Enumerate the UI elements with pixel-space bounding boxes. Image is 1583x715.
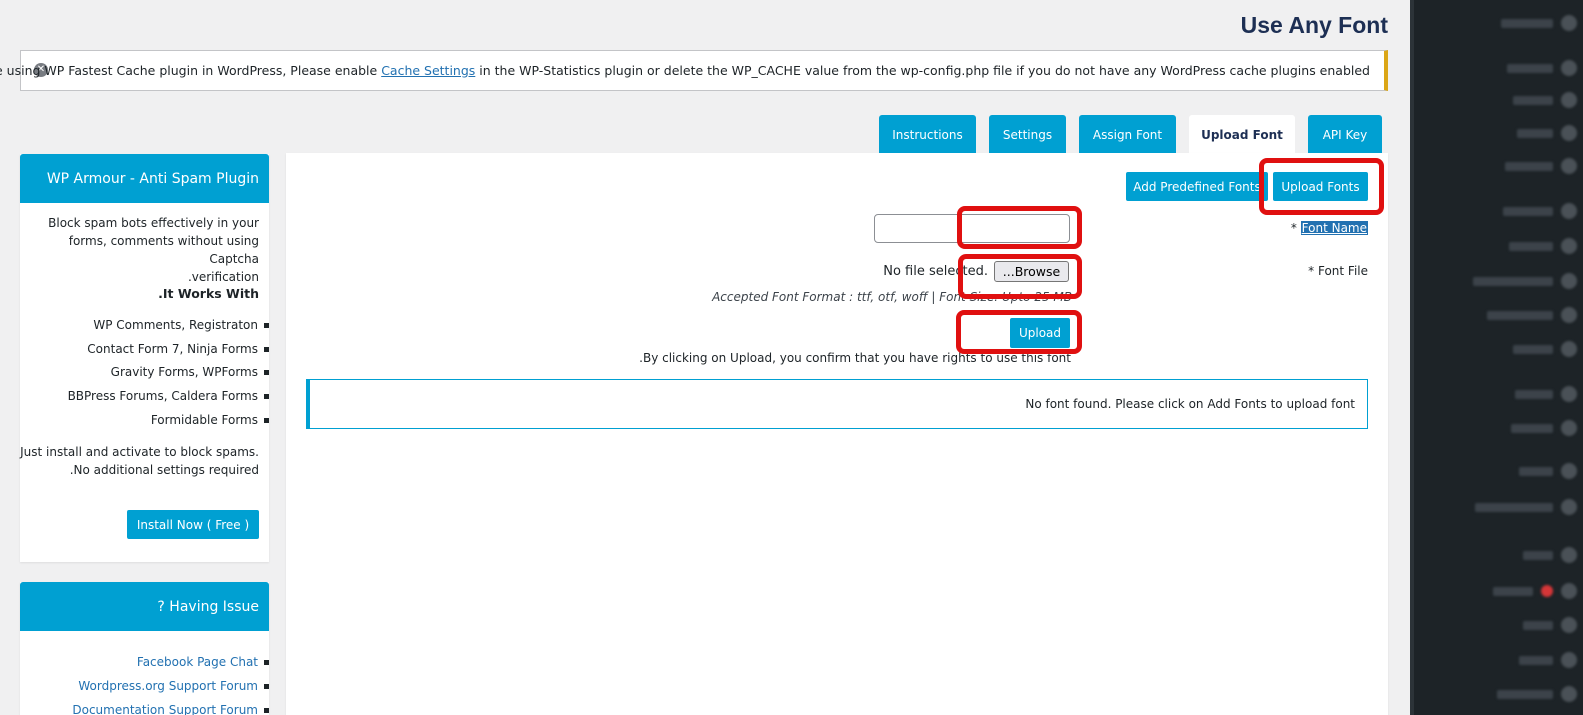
documentation-link[interactable]: Documentation Support Forum [72,703,269,715]
admin-menu-item[interactable] [1513,338,1577,360]
menu-icon [1561,125,1577,141]
admin-menu-item[interactable] [1509,235,1577,257]
wp-armour-widget: WP Armour - Anti Spam Plugin Block spam … [20,154,269,562]
list-item: Contact Form 7, Ninja Forms [87,342,269,356]
tab-upload-font[interactable]: Upload Font [1189,115,1295,154]
list-item: WP Comments, Registraton [93,318,269,332]
font-name-input[interactable] [874,214,1070,243]
menu-icon [1561,463,1577,479]
list-item: Formidable Forms [151,413,269,427]
list-item: Gravity Forms, WPForms [111,365,269,379]
widget-title: WP Armour - Anti Spam Plugin [20,154,269,203]
browse-button[interactable]: ...Browse [994,261,1069,282]
admin-menu-item[interactable] [1507,57,1577,79]
works-with-heading: .It Works With [158,286,259,301]
menu-icon [1561,617,1577,633]
dashboard-icon [1561,15,1577,31]
upload-font-panel: Add Predefined Fonts Upload Fonts * Font… [286,153,1388,715]
tab-api-key[interactable]: API Key [1308,115,1382,154]
admin-menu-item[interactable] [1505,155,1577,177]
menu-icon [1561,307,1577,323]
menu-icon [1561,499,1577,515]
menu-icon [1561,238,1577,254]
tab-instructions[interactable]: Instructions [879,115,976,154]
tab-settings[interactable]: Settings [989,115,1066,154]
menu-icon [1561,686,1577,702]
font-file-label: * Font File [1308,264,1368,278]
widget-title: ? Having Issue [20,582,269,631]
admin-menu-item[interactable] [1523,614,1577,636]
menu-icon [1561,273,1577,289]
admin-menu-item[interactable] [1517,122,1577,144]
widget-footer-text: Just install and activate to block spams… [20,445,259,477]
install-now-button[interactable]: Install Now ( Free ) [127,510,259,539]
menu-icon [1561,341,1577,357]
rights-confirm-text: .By clicking on Upload, you confirm that… [639,351,1071,365]
admin-menu-item[interactable] [1493,580,1577,602]
menu-icon [1561,203,1577,219]
no-font-message-box: No font found. Please click on Add Fonts… [306,379,1368,429]
page-title: Use Any Font [1240,12,1388,38]
admin-menu-item[interactable] [1515,383,1577,405]
menu-icon [1561,60,1577,76]
admin-menu-item[interactable] [1519,460,1577,482]
no-font-message: No font found. Please click on Add Fonts… [1025,397,1355,411]
menu-icon [1561,386,1577,402]
admin-menu-item[interactable] [1523,544,1577,566]
upload-fonts-button[interactable]: Upload Fonts [1273,172,1368,201]
notification-badge [1541,585,1553,597]
admin-sidebar [1410,0,1583,715]
menu-icon [1561,547,1577,563]
admin-menu-item[interactable] [1513,89,1577,111]
admin-menu-item[interactable] [1501,12,1577,34]
menu-icon [1561,158,1577,174]
menu-icon [1561,652,1577,668]
notice-text: .You are using WP Fastest Cache plugin i… [0,63,1370,78]
admin-menu-item[interactable] [1497,683,1577,705]
wordpress-forum-link[interactable]: Wordpress.org Support Forum [78,679,269,693]
admin-menu-item[interactable] [1487,304,1577,326]
cache-notice: ✕ .You are using WP Fastest Cache plugin… [0,50,1388,91]
list-item: BBPress Forums, Caldera Forms [68,389,269,403]
admin-menu-item[interactable] [1475,496,1577,518]
facebook-chat-link[interactable]: Facebook Page Chat [137,655,269,669]
admin-menu-item[interactable] [1519,649,1577,671]
menu-icon [1561,583,1577,599]
font-name-label: * Font Name [1290,221,1368,235]
admin-menu-item[interactable] [1503,200,1577,222]
cache-settings-link[interactable]: Cache Settings [381,63,475,78]
file-status: No file selected. [883,264,988,279]
accepted-format-note: Accepted Font Format : ttf, otf, woff | … [712,290,1072,304]
tab-assign-font[interactable]: Assign Font [1079,115,1176,154]
widget-description: Block spam bots effectively in your form… [48,216,259,284]
admin-menu-item[interactable] [1473,270,1577,292]
add-predefined-fonts-button[interactable]: Add Predefined Fonts [1126,172,1268,201]
support-widget: ? Having Issue Facebook Page Chat Wordpr… [20,582,269,715]
menu-icon [1561,92,1577,108]
menu-icon [1561,420,1577,436]
admin-menu-item[interactable] [1511,417,1577,439]
upload-button[interactable]: Upload [1010,318,1070,348]
